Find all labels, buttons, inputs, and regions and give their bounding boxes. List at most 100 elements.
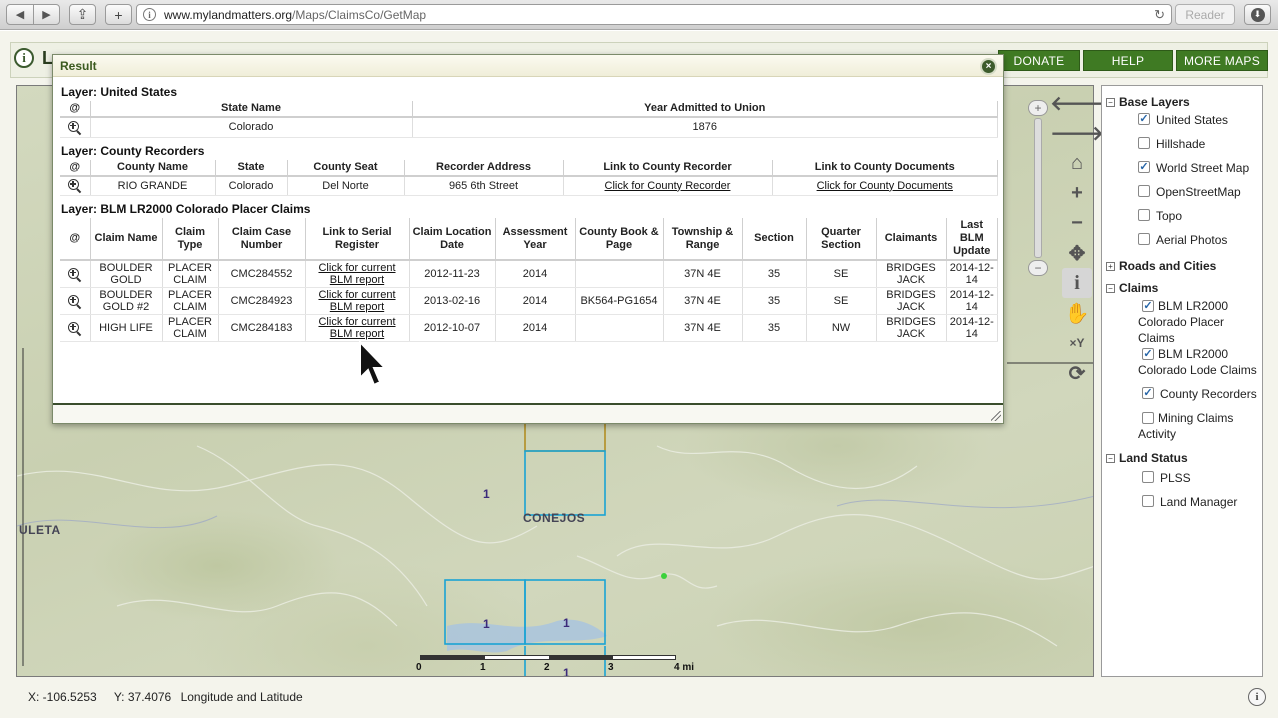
table-cell: 2014 (495, 287, 576, 315)
table-cell: Colorado (215, 175, 288, 196)
info-icon[interactable]: i (14, 48, 34, 68)
more-maps-link[interactable]: MORE MAPS (1176, 50, 1268, 71)
zoom-in-icon[interactable]: + (1062, 178, 1092, 208)
donate-link[interactable]: DONATE (998, 50, 1080, 71)
xy-icon[interactable]: ×Y (1062, 328, 1092, 358)
back-arrow-icon[interactable]: ◀ (7, 5, 33, 24)
zoom-to-cell[interactable] (60, 175, 91, 196)
back-arrow-icon[interactable]: 🡐 (1050, 88, 1104, 118)
site-info-icon[interactable]: i (143, 8, 156, 21)
forward-arrow-icon[interactable]: 🡒 (1050, 118, 1104, 148)
layer-group-roads[interactable]: + Roads and Cities (1106, 256, 1262, 276)
layer-item-mining-activity[interactable]: Mining Claims Activity (1106, 410, 1262, 446)
checkbox[interactable] (1138, 209, 1150, 221)
checkbox[interactable] (1142, 412, 1154, 424)
layer-group-claims[interactable]: − Claims (1106, 278, 1262, 298)
checkbox[interactable] (1138, 233, 1150, 245)
zoom-to-icon[interactable] (67, 294, 82, 309)
layer-item-placer-claims[interactable]: ✓ BLM LR2000 Colorado Placer Claims (1106, 298, 1262, 346)
zoom-to-cell[interactable] (60, 314, 91, 342)
table-cell (575, 260, 664, 288)
zoom-to-cell[interactable] (60, 287, 91, 315)
checkbox[interactable] (1142, 495, 1154, 507)
table-cell: Colorado (90, 117, 413, 138)
slider-zoom-in-icon[interactable]: + (1028, 100, 1048, 116)
layer-item-hillshade[interactable]: Hillshade (1106, 136, 1262, 160)
table-cell: 37N 4E (663, 287, 743, 315)
layer-item-aerial-photos[interactable]: Aerial Photos (1106, 232, 1262, 254)
blm-report-link[interactable]: Click for current BLM report (318, 289, 395, 313)
address-bar[interactable]: i www.mylandmatters.org/Maps/ClaimsCo/Ge… (136, 4, 1172, 25)
county-recorder-link[interactable]: Click for County Recorder (605, 180, 731, 192)
zoom-slider[interactable]: + − (1027, 100, 1049, 278)
table-cell: CMC284552 (218, 260, 306, 288)
share-icon[interactable]: ⇪ (69, 4, 96, 25)
resize-grip-icon[interactable] (991, 411, 1001, 421)
layer-item-lode-claims[interactable]: ✓ BLM LR2000 Colorado Lode Claims (1106, 346, 1262, 386)
layer-item-land-manager[interactable]: Land Manager (1106, 494, 1262, 518)
table-cell: RIO GRANDE (90, 175, 216, 196)
zoom-to-cell[interactable] (60, 260, 91, 288)
add-tab-icon[interactable]: + (105, 4, 132, 25)
reload-icon[interactable]: ↻ (1154, 7, 1165, 23)
collapse-icon[interactable]: − (1106, 97, 1115, 107)
zoom-to-icon[interactable] (67, 120, 82, 135)
layer-title: Layer: United States (61, 85, 178, 99)
column-header: Last BLM Update (946, 218, 998, 261)
refresh-icon[interactable]: ⟳ (1062, 358, 1092, 388)
county-documents-link[interactable]: Click for County Documents (817, 180, 953, 192)
help-link[interactable]: HELP (1083, 50, 1173, 71)
blm-report-link[interactable]: Click for current BLM report (318, 316, 395, 340)
reader-button[interactable]: Reader (1175, 4, 1235, 25)
column-header: Claim Location Date (409, 218, 496, 261)
checkbox-checked-icon[interactable]: ✓ (1142, 300, 1154, 312)
home-icon[interactable]: ⌂ (1062, 148, 1092, 178)
layer-item-county-recorders[interactable]: ✓ County Recorders (1106, 386, 1262, 410)
zoom-to-icon[interactable] (67, 267, 82, 282)
collapse-icon[interactable]: − (1106, 453, 1115, 463)
close-icon[interactable]: × (980, 58, 997, 75)
result-table-united-states: @ State Name Year Admitted to Union Colo… (60, 101, 998, 138)
zoom-to-icon[interactable] (67, 321, 82, 336)
identify-icon[interactable]: i (1062, 268, 1092, 298)
checkbox[interactable] (1138, 185, 1150, 197)
layer-item-united-states[interactable]: ✓ United States (1106, 112, 1262, 136)
download-button[interactable]: ⬇ (1244, 4, 1271, 25)
checkbox[interactable] (1142, 471, 1154, 483)
layer-title: Layer: County Recorders (61, 143, 205, 158)
layer-item-plss[interactable]: PLSS (1106, 470, 1262, 494)
checkbox[interactable] (1138, 137, 1150, 149)
pan-icon[interactable]: ✥ (1062, 238, 1092, 268)
history-buttons: ◀ ▶ (6, 4, 60, 25)
layer-item-world-street-map[interactable]: ✓ World Street Map (1106, 160, 1262, 184)
table-cell: 2014-12-14 (946, 260, 998, 288)
layer-item-openstreetmap[interactable]: OpenStreetMap (1106, 184, 1262, 208)
blm-report-link[interactable]: Click for current BLM report (318, 262, 395, 286)
zoom-out-icon[interactable]: − (1062, 208, 1092, 238)
info-icon[interactable]: i (1248, 688, 1266, 706)
expand-icon[interactable]: + (1106, 261, 1115, 271)
layer-group-land-status[interactable]: − Land Status (1106, 448, 1262, 468)
forward-arrow-icon[interactable]: ▶ (33, 5, 59, 24)
checkbox-checked-icon[interactable]: ✓ (1138, 161, 1150, 173)
checkbox-checked-icon[interactable]: ✓ (1138, 113, 1150, 125)
collapse-icon[interactable]: − (1106, 283, 1115, 293)
checkbox-checked-icon[interactable]: ✓ (1142, 348, 1154, 360)
layer-item-topo[interactable]: Topo (1106, 208, 1262, 232)
checkbox-checked-icon[interactable]: ✓ (1142, 387, 1154, 399)
layer-group-base[interactable]: − Base Layers (1106, 92, 1262, 112)
hand-icon[interactable]: ✋ (1062, 298, 1092, 328)
slider-zoom-out-icon[interactable]: − (1028, 260, 1048, 276)
zoom-to-icon[interactable] (67, 178, 82, 193)
column-header: @ (60, 218, 91, 261)
serial-register-link-cell: Click for current BLM report (305, 287, 410, 315)
zoom-to-cell[interactable] (60, 117, 91, 138)
slider-track[interactable] (1034, 118, 1042, 258)
column-header: @ (60, 101, 91, 118)
scale-label: 2 (544, 662, 550, 673)
table-cell: BOULDER GOLD #2 (90, 287, 163, 315)
url-text: www.mylandmatters.org/Maps/ClaimsCo/GetM… (164, 7, 427, 22)
scale-label: 1 (480, 662, 486, 673)
county-documents-link-cell: Click for County Documents (772, 175, 998, 196)
scale-bar-graphic (420, 655, 676, 660)
